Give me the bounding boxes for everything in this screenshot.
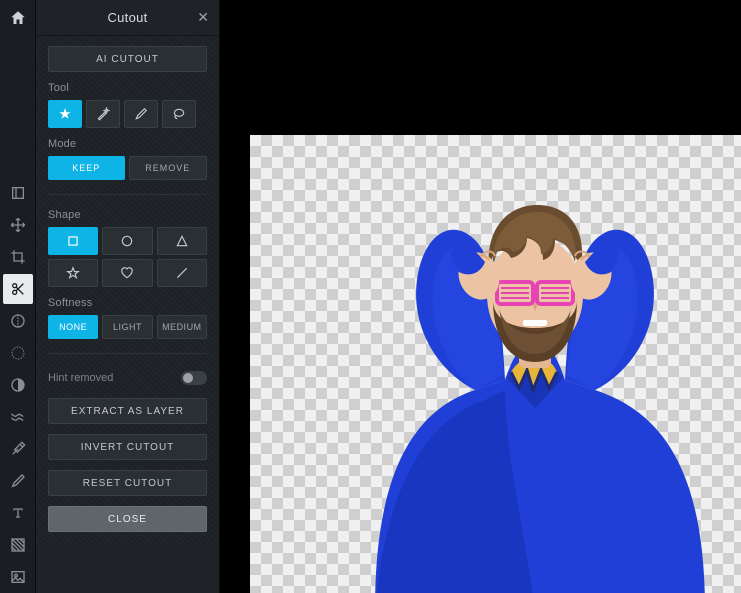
mode-keep-button[interactable]: KEEP: [48, 156, 125, 180]
panel-header: Cutout ✕: [36, 0, 219, 36]
tool-wand-icon[interactable]: [86, 100, 120, 128]
panel-title: Cutout: [107, 10, 147, 25]
subject-image: [275, 90, 741, 593]
tool-brush[interactable]: [3, 466, 33, 496]
softness-section-label: Softness: [48, 297, 207, 309]
tool-text[interactable]: [3, 498, 33, 528]
tool-pattern[interactable]: [3, 530, 33, 560]
tool-section-label: Tool: [48, 82, 207, 94]
transparency-background: [250, 135, 741, 593]
softness-none-button[interactable]: NONE: [48, 315, 98, 339]
tool-crop[interactable]: [3, 242, 33, 272]
cutout-panel: Cutout ✕ AI CUTOUT Tool Mode KEEP REMOVE…: [36, 0, 220, 593]
tool-cutout[interactable]: [3, 274, 33, 304]
shape-line-icon[interactable]: [157, 259, 207, 287]
canvas-area[interactable]: [220, 0, 741, 593]
home-icon[interactable]: [6, 6, 30, 30]
shape-circle-icon[interactable]: [102, 227, 152, 255]
tool-image[interactable]: [3, 562, 33, 592]
tool-wave[interactable]: [3, 402, 33, 432]
main-toolbar: [0, 0, 36, 593]
shape-star-icon[interactable]: [48, 259, 98, 287]
close-button[interactable]: CLOSE: [48, 506, 207, 532]
extract-layer-button[interactable]: EXTRACT AS LAYER: [48, 398, 207, 424]
tool-adjust[interactable]: [3, 306, 33, 336]
tool-crop-alt[interactable]: [3, 178, 33, 208]
hint-removed-label: Hint removed: [48, 372, 113, 384]
divider: [48, 353, 207, 354]
hint-removed-toggle[interactable]: [181, 371, 207, 385]
tool-star-icon[interactable]: [48, 100, 82, 128]
shape-triangle-icon[interactable]: [157, 227, 207, 255]
tool-lasso-icon[interactable]: [162, 100, 196, 128]
mode-section-label: Mode: [48, 138, 207, 150]
shape-heart-icon[interactable]: [102, 259, 152, 287]
shape-square-icon[interactable]: [48, 227, 98, 255]
mode-remove-button[interactable]: REMOVE: [129, 156, 208, 180]
softness-light-button[interactable]: LIGHT: [102, 315, 152, 339]
tool-blur[interactable]: [3, 338, 33, 368]
ai-cutout-button[interactable]: AI CUTOUT: [48, 46, 207, 72]
tool-contrast[interactable]: [3, 370, 33, 400]
shape-section-label: Shape: [48, 209, 207, 221]
reset-cutout-button[interactable]: RESET CUTOUT: [48, 470, 207, 496]
tool-move[interactable]: [3, 210, 33, 240]
close-icon[interactable]: ✕: [197, 9, 209, 26]
softness-medium-button[interactable]: MEDIUM: [157, 315, 207, 339]
divider: [48, 194, 207, 195]
tool-brush-icon[interactable]: [124, 100, 158, 128]
tool-dropper[interactable]: [3, 434, 33, 464]
invert-cutout-button[interactable]: INVERT CUTOUT: [48, 434, 207, 460]
